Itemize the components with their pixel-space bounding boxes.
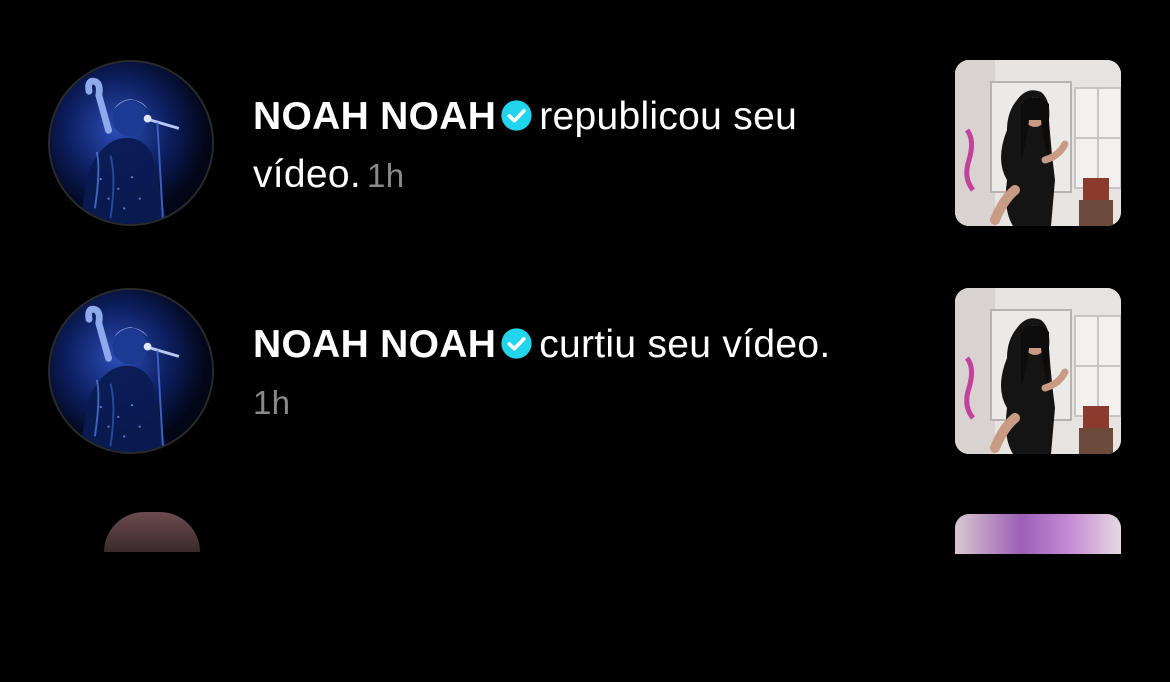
action-text: curtiu seu vídeo. [539, 323, 831, 366]
notification-item[interactable]: NOAH NOAH republicou seu vídeo. 1h [0, 58, 1170, 228]
avatar[interactable] [104, 512, 200, 552]
notification-item[interactable] [0, 512, 1170, 682]
timestamp: 1h [367, 157, 405, 194]
video-thumbnail[interactable] [955, 288, 1121, 454]
verified-badge-icon [501, 100, 532, 131]
avatar[interactable] [48, 60, 214, 226]
verified-badge-icon [501, 328, 532, 359]
video-thumbnail-icon [955, 60, 1121, 226]
notification-list: NOAH NOAH republicou seu vídeo. 1h NOAH … [0, 0, 1170, 554]
profile-photo-icon [50, 62, 212, 224]
notification-item[interactable]: NOAH NOAH curtiu seu vídeo. 1h [0, 286, 1170, 456]
username[interactable]: NOAH NOAH [253, 95, 496, 138]
video-thumbnail[interactable] [955, 514, 1121, 554]
username[interactable]: NOAH NOAH [253, 323, 496, 366]
avatar[interactable] [48, 288, 214, 454]
video-thumbnail[interactable] [955, 60, 1121, 226]
video-thumbnail-icon [955, 288, 1121, 454]
notification-text: NOAH NOAH republicou seu vídeo. 1h [253, 88, 903, 205]
profile-photo-icon [50, 290, 212, 452]
screen-edge [1146, 0, 1170, 529]
notification-text: NOAH NOAH curtiu seu vídeo. 1h [253, 316, 903, 432]
timestamp: 1h [253, 384, 291, 421]
